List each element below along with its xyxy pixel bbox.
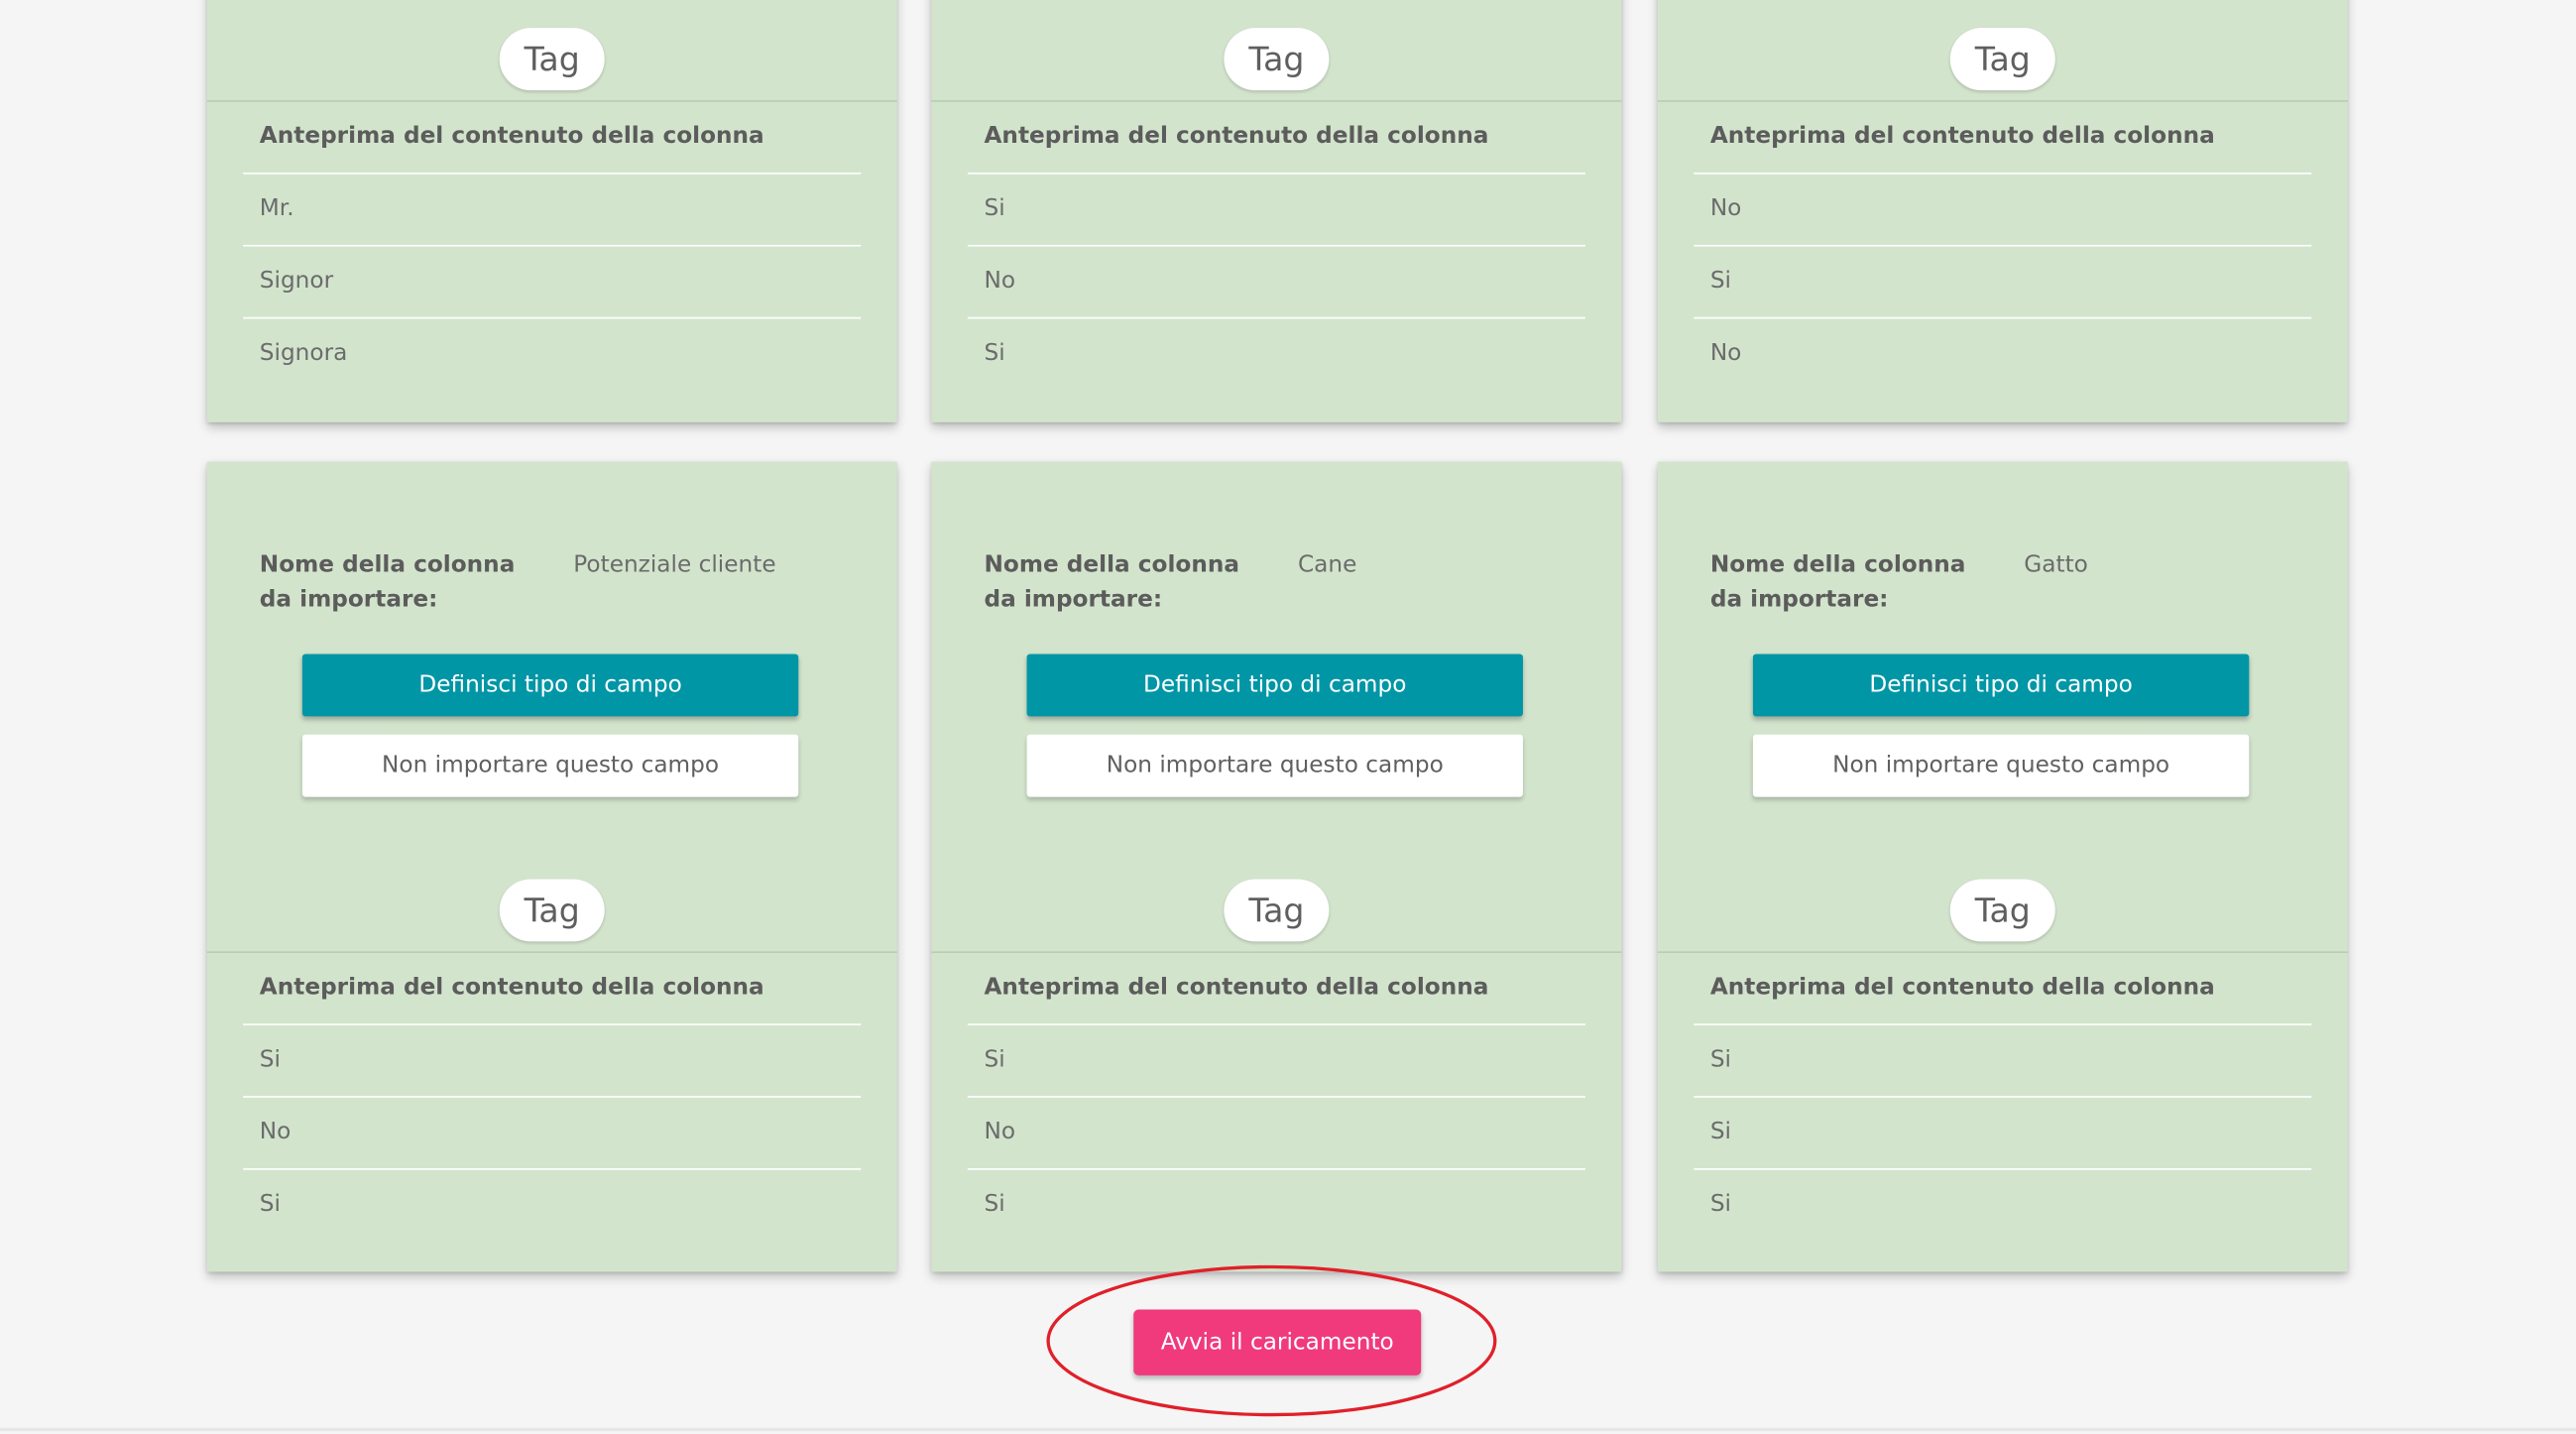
page-bottom-divider [0,1427,2576,1432]
preview-header: Anteprima del contenuto della colonna [243,102,862,175]
tag-button[interactable]: Tag [1949,879,2055,942]
preview-row: Mr. [243,175,862,247]
import-mapping-page: Tag Anteprima del contenuto della colonn… [0,0,2576,1432]
column-card: Tag Anteprima del contenuto della colonn… [931,0,1622,422]
column-preview: Anteprima del contenuto della colonna Si… [967,953,1585,1241]
tag-button[interactable]: Tag [1224,879,1330,942]
column-name-value: Potenziale cliente [573,551,776,579]
preview-row: No [1694,175,2312,247]
column-name-label: Nome della colonna da importare: [984,551,1240,614]
tag-button[interactable]: Tag [1949,28,2055,91]
preview-row: Si [1694,247,2312,319]
preview-row: Si [967,1025,1585,1098]
skip-field-button[interactable]: Non importare questo campo [301,734,799,797]
column-name-label: Nome della colonna da importare: [1709,551,1966,614]
define-field-type-button[interactable]: Definisci tipo di campo [301,654,799,717]
preview-row: Si [1694,1025,2312,1098]
tag-button[interactable]: Tag [499,28,605,91]
preview-row: No [243,1098,862,1170]
column-preview: Anteprima del contenuto della colonna Si… [967,102,1585,390]
define-field-type-button[interactable]: Definisci tipo di campo [1026,654,1523,717]
preview-header: Anteprima del contenuto della colonna [967,102,1585,175]
preview-row: Si [243,1025,862,1098]
define-field-type-button[interactable]: Definisci tipo di campo [1752,654,2250,717]
column-name-label: Nome della colonna da importare: [259,551,516,614]
preview-row: Si [984,1191,1005,1218]
skip-field-button[interactable]: Non importare questo campo [1752,734,2250,797]
preview-row: No [967,247,1585,319]
preview-header: Anteprima del contenuto della colonna [243,953,862,1025]
preview-row: Signora [259,339,348,367]
column-name-value: Gatto [2024,551,2088,579]
start-upload-button[interactable]: Avvia il caricamento [1133,1309,1422,1375]
preview-header: Anteprima del contenuto della colonna [1694,102,2312,175]
column-preview: Anteprima del contenuto della colonna Mr… [243,102,862,390]
column-name-value: Cane [1297,551,1357,579]
preview-row: Signor [243,247,862,319]
preview-row: Si [259,1191,281,1218]
tag-button[interactable]: Tag [499,879,605,942]
column-preview: Anteprima del contenuto della colonna Si… [243,953,862,1241]
preview-row: Si [967,175,1585,247]
column-preview: Anteprima del contenuto della colonna No… [1694,102,2312,390]
column-card: Nome della colonna da importare: Gatto D… [1657,461,2348,1272]
column-card: Nome della colonna da importare: Potenzi… [206,461,897,1272]
preview-row: Si [984,339,1005,367]
column-card: Tag Anteprima del contenuto della colonn… [206,0,897,422]
preview-row: No [967,1098,1585,1170]
tag-button[interactable]: Tag [1224,28,1330,91]
preview-header: Anteprima del contenuto della colonna [967,953,1585,1025]
skip-field-button[interactable]: Non importare questo campo [1026,734,1523,797]
preview-row: Si [1694,1098,2312,1170]
column-card: Tag Anteprima del contenuto della colonn… [1657,0,2348,422]
preview-row: Si [1709,1191,1732,1218]
preview-row: No [1709,339,1742,367]
column-card: Nome della colonna da importare: Cane De… [931,461,1622,1272]
column-preview: Anteprima del contenuto della colonna Si… [1694,953,2312,1241]
preview-header: Anteprima del contenuto della colonna [1694,953,2312,1025]
